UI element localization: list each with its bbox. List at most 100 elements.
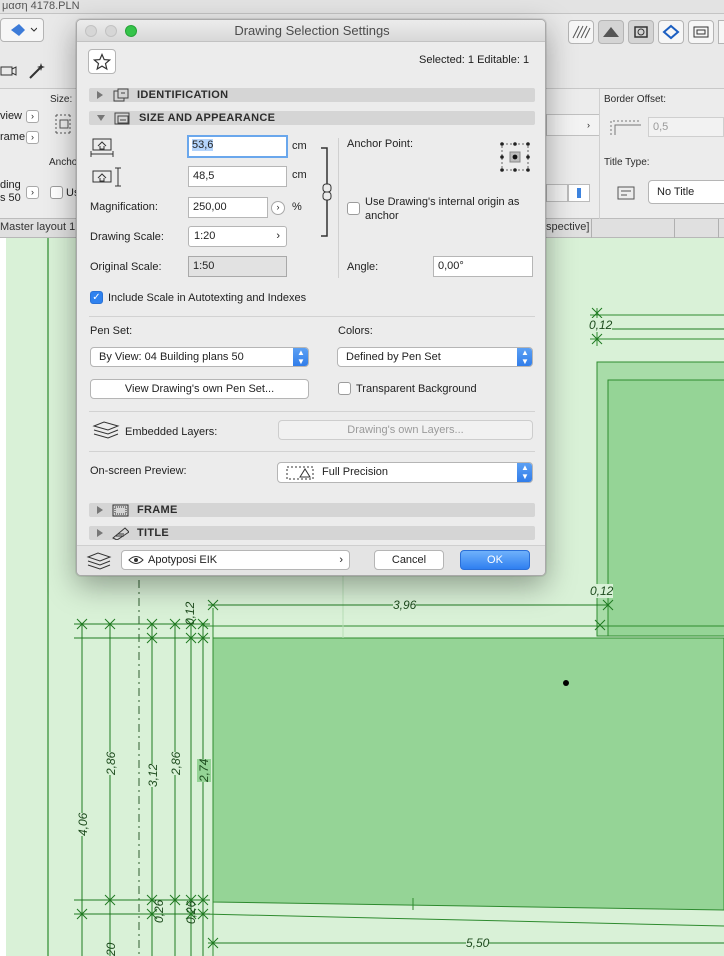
building-label: ding — [0, 179, 21, 191]
border-offset-icon — [607, 117, 645, 137]
dim-label: 0,12 — [590, 584, 614, 598]
dimmed-toggle-a — [546, 184, 568, 202]
colors-select[interactable]: Defined by Pen Set ▲ ▼ — [337, 347, 533, 367]
diamond-icon — [662, 24, 680, 40]
width-field[interactable]: 53,6 — [187, 135, 288, 158]
panel-divider — [599, 89, 600, 219]
toolbar-overflow — [718, 20, 724, 44]
width-unit: cm — [292, 140, 307, 152]
view-label: view — [0, 110, 23, 122]
angle-field[interactable]: 0,00° — [433, 256, 533, 277]
height-unit: cm — [292, 169, 307, 181]
view-pen-set-button[interactable]: View Drawing's own Pen Set... — [90, 379, 309, 399]
penset-arrow-button[interactable]: › — [26, 186, 39, 199]
pen-set-label: Pen Set: — [90, 325, 133, 337]
section-title[interactable]: TITLE — [89, 526, 535, 540]
section-identification[interactable]: IDENTIFICATION — [89, 88, 535, 102]
magnification-presets-button[interactable]: › — [271, 201, 285, 215]
dim-label: 3,12 — [146, 763, 160, 787]
anchor-point-selector[interactable] — [498, 140, 532, 174]
use-checkbox[interactable] — [50, 186, 63, 199]
dim-label: 0,12 — [589, 318, 613, 332]
dimmed-toggle-b — [568, 184, 590, 202]
divider — [89, 451, 535, 452]
section-size-appearance[interactable]: SIZE AND APPEARANCE — [89, 111, 535, 125]
window-title-bar: μαση 4178.PLN — [0, 0, 724, 14]
section-title-label: TITLE — [137, 527, 170, 539]
colors-label: Colors: — [338, 325, 373, 337]
title-type-label: Title Type: — [604, 157, 650, 168]
wand-tool-icon[interactable] — [26, 60, 48, 82]
dim-label: 5,50 — [466, 936, 490, 950]
include-scale-checkbox[interactable]: ✓ — [90, 291, 103, 304]
drawing-layers-button[interactable]: Drawing's own Layers... — [278, 420, 533, 440]
title-type-select[interactable]: No Title — [648, 180, 724, 204]
title-icon — [112, 527, 129, 540]
popup-stepper-icon: ▲ ▼ — [517, 348, 532, 366]
slab-tool-button[interactable] — [598, 20, 624, 44]
identification-icon — [113, 88, 129, 102]
layer-settings-icon[interactable] — [86, 551, 112, 571]
tab-perspective[interactable]: spective] — [546, 221, 589, 233]
favorites-button[interactable] — [88, 49, 116, 74]
tab-divider — [591, 219, 592, 238]
mark-tool-button[interactable] — [658, 20, 684, 44]
ok-button[interactable]: OK — [460, 550, 530, 570]
size-appearance-icon — [114, 112, 130, 125]
layer-select[interactable]: Apotyposi EIK › — [121, 550, 350, 570]
drawing-width-icon — [90, 136, 116, 158]
minimize-window-button[interactable] — [105, 25, 117, 37]
dim-label: 2,86 — [169, 751, 183, 775]
section-tool-button[interactable] — [688, 20, 714, 44]
object-tool-button[interactable] — [628, 20, 654, 44]
section-frame[interactable]: FRAME — [89, 503, 535, 517]
internal-origin-checkbox[interactable] — [347, 202, 360, 215]
transparent-background-label: Transparent Background — [356, 383, 477, 395]
height-field[interactable]: 48,5 — [188, 166, 287, 187]
star-icon — [93, 52, 111, 70]
transparent-background-checkbox[interactable] — [338, 382, 351, 395]
zoom-window-button[interactable] — [125, 25, 137, 37]
border-offset-field: 0,5 — [648, 117, 724, 137]
eye-icon — [128, 556, 144, 564]
divider — [89, 316, 535, 317]
drawing-scale-select[interactable]: 1:20 › — [188, 226, 287, 247]
pointer-tool-button[interactable] — [0, 18, 44, 42]
popup-stepper-icon: ▲ ▼ — [517, 463, 532, 482]
popup-stepper-icon: ▲ ▼ — [293, 348, 308, 366]
close-window-button[interactable] — [85, 25, 97, 37]
tab-master-layout[interactable]: Master layout 1 — [0, 221, 75, 233]
embedded-layers-label: Embedded Layers: — [125, 426, 218, 438]
proportion-link-icon[interactable] — [319, 144, 333, 240]
preview-select[interactable]: Full Precision ▲ ▼ — [277, 462, 533, 483]
pen-set-select[interactable]: By View: 04 Building plans 50 ▲ ▼ — [90, 347, 309, 367]
magnification-unit: % — [292, 201, 302, 213]
divider — [89, 411, 535, 412]
magnification-field[interactable]: 250,00 — [188, 197, 268, 218]
disclosure-down-icon — [97, 115, 105, 121]
disclosure-right-icon — [97, 529, 103, 537]
plans-label: s 50 — [0, 192, 21, 204]
chevron-right-icon: › — [339, 554, 343, 566]
dim-label: 2,74 — [197, 758, 211, 782]
drawing-height-icon — [90, 166, 124, 188]
frame-icon — [112, 504, 129, 517]
disclosure-right-icon — [97, 91, 103, 99]
dim-label: 4,06 — [76, 812, 90, 836]
chevron-right-icon: › — [276, 230, 280, 242]
dim-label: 2,86 — [104, 751, 118, 775]
dim-label: 3,96 — [393, 598, 417, 612]
section-identification-label: IDENTIFICATION — [137, 89, 229, 101]
hatch-tool-button[interactable] — [568, 20, 594, 44]
view-arrow-button[interactable]: › — [26, 110, 39, 123]
dim-label: 0,26 — [152, 899, 166, 923]
cancel-button[interactable]: Cancel — [374, 550, 444, 570]
preview-label: On-screen Preview: — [90, 465, 187, 477]
border-offset-label: Border Offset: — [604, 94, 667, 105]
drawing-scale-label: Drawing Scale: — [90, 231, 164, 243]
frame-arrow-button[interactable]: › — [26, 131, 39, 144]
selection-count: Selected: 1 Editable: 1 — [419, 54, 530, 66]
anchor-point-label: Anchor Point: — [347, 138, 414, 150]
size-label: Size: — [50, 94, 73, 105]
camera-tool-icon[interactable] — [0, 62, 18, 80]
